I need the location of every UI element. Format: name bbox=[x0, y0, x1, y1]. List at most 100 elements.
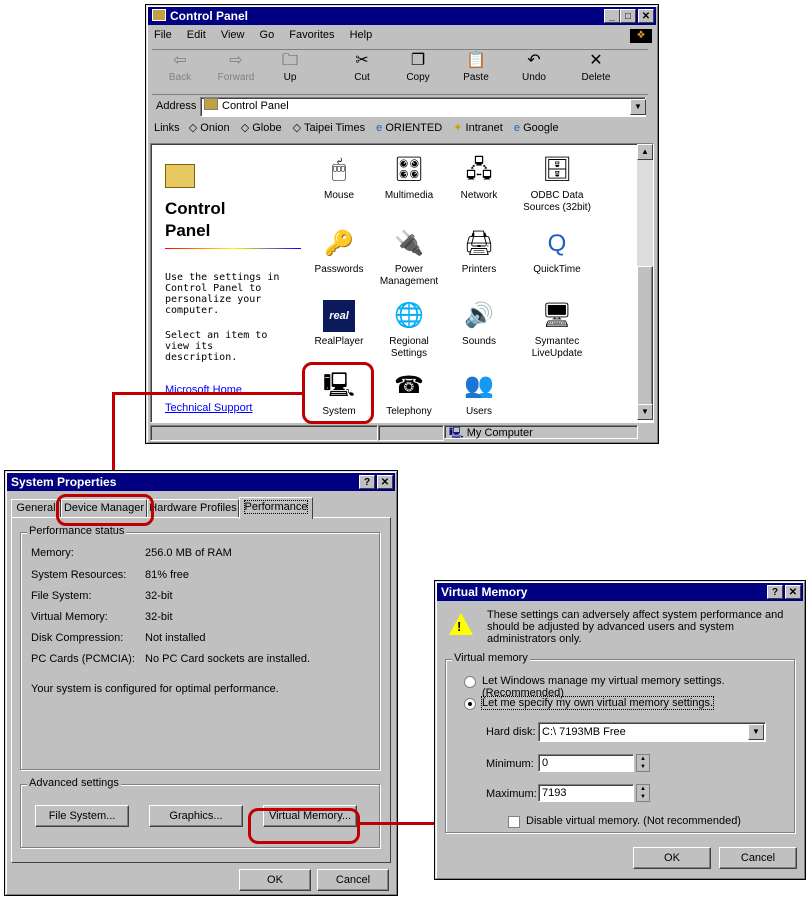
up-button[interactable]: 🗀 Up bbox=[264, 50, 316, 83]
disable-virtual-memory-checkbox[interactable] bbox=[508, 816, 520, 828]
network-item[interactable]: 🖧 Network bbox=[443, 154, 515, 202]
close-button[interactable]: ✕ bbox=[638, 9, 654, 23]
passwords-item[interactable]: 🔑 Passwords bbox=[303, 228, 375, 276]
minimum-input[interactable]: 0 bbox=[538, 754, 634, 772]
maximize-button[interactable]: □ bbox=[620, 9, 636, 23]
multimedia-item[interactable]: 🎛 Multimedia bbox=[373, 154, 445, 202]
menu-bar: File Edit View Go Favorites Help bbox=[154, 29, 384, 45]
cut-button[interactable]: ✂ Cut bbox=[336, 50, 388, 83]
panel-description: Use the settings in Control Panel to per… bbox=[165, 272, 280, 316]
link-onion[interactable]: ◇ Onion bbox=[189, 122, 230, 134]
vertical-scrollbar[interactable]: ▲ ▼ bbox=[637, 144, 653, 420]
cancel-button[interactable]: Cancel bbox=[317, 869, 389, 891]
odbc-item[interactable]: 🗄 ODBC Data Sources (32bit) bbox=[517, 154, 597, 214]
regional-settings-item[interactable]: 🌐 Regional Settings bbox=[373, 300, 445, 360]
menu-view[interactable]: View bbox=[221, 29, 245, 41]
close-button[interactable]: ✕ bbox=[377, 475, 393, 489]
address-input[interactable]: Control Panel bbox=[200, 97, 646, 117]
paste-button[interactable]: 📋 Paste bbox=[450, 50, 502, 83]
links-bar: Links ◇ Onion ◇ Globe ◇ Taipei Times e O… bbox=[154, 121, 648, 139]
auto-manage-radio[interactable] bbox=[464, 676, 476, 688]
virtual-memory-title: Virtual Memory bbox=[441, 585, 528, 599]
delete-button[interactable]: ✕ Delete bbox=[570, 50, 622, 83]
system-resources-label: System Resources: bbox=[31, 569, 127, 581]
panel-hint: Select an item to view its description. bbox=[165, 330, 268, 363]
maximum-label: Maximum: bbox=[486, 788, 537, 800]
hard-disk-select[interactable]: C:\ 7193MB Free bbox=[538, 722, 766, 742]
maximum-spinner[interactable]: ▲ ▼ bbox=[636, 784, 650, 802]
realplayer-item[interactable]: real RealPlayer bbox=[303, 300, 375, 348]
hard-disk-dropdown-button[interactable]: ▼ bbox=[748, 724, 764, 740]
close-button[interactable]: ✕ bbox=[785, 585, 801, 599]
tab-general[interactable]: General bbox=[11, 499, 61, 517]
minimize-button[interactable]: _ bbox=[604, 9, 620, 23]
menu-edit[interactable]: Edit bbox=[187, 29, 206, 41]
control-panel-folder-icon bbox=[165, 164, 195, 188]
status-pane-1 bbox=[150, 425, 378, 441]
power-management-item[interactable]: 🔌 Power Management bbox=[373, 228, 445, 288]
status-zone-text: My Computer bbox=[466, 427, 533, 439]
technical-support-link[interactable]: Technical Support bbox=[165, 402, 252, 414]
link-taipei-times[interactable]: ◇ Taipei Times bbox=[293, 122, 365, 134]
copy-button[interactable]: ❐ Copy bbox=[392, 50, 444, 83]
control-panel-app-icon bbox=[152, 9, 166, 21]
virtual-memory-group-label: Virtual memory bbox=[452, 652, 530, 664]
printer-icon: 🖨 bbox=[463, 230, 495, 257]
link-oriented[interactable]: e ORIENTED bbox=[376, 122, 442, 134]
help-button[interactable]: ? bbox=[767, 585, 783, 599]
menu-favorites[interactable]: Favorites bbox=[289, 29, 334, 41]
symantec-liveupdate-item[interactable]: 🖥 Symantec LiveUpdate bbox=[521, 300, 593, 360]
link-globe[interactable]: ◇ Globe bbox=[241, 122, 282, 134]
auto-manage-label[interactable]: Let Windows manage my virtual memory set… bbox=[482, 675, 794, 699]
delete-x-icon: ✕ bbox=[589, 52, 603, 69]
scroll-up-button[interactable]: ▲ bbox=[637, 144, 653, 160]
address-dropdown-button[interactable]: ▼ bbox=[630, 99, 646, 115]
mouse-icon: 🖱 bbox=[331, 156, 347, 183]
menu-help[interactable]: Help bbox=[350, 29, 373, 41]
cancel-button[interactable]: Cancel bbox=[719, 847, 797, 869]
link-google[interactable]: e Google bbox=[514, 122, 559, 134]
sounds-item[interactable]: 🔊 Sounds bbox=[443, 300, 515, 348]
control-panel-titlebar[interactable]: Control Panel _ □ ✕ bbox=[148, 7, 656, 25]
scroll-thumb[interactable] bbox=[637, 266, 653, 406]
telephone-icon: ☎ bbox=[394, 372, 424, 399]
power-plug-icon: 🔌 bbox=[394, 230, 424, 257]
file-system-value: 32-bit bbox=[145, 590, 173, 602]
menu-file[interactable]: File bbox=[154, 29, 172, 41]
virtual-memory-titlebar[interactable]: Virtual Memory ? ✕ bbox=[437, 583, 803, 601]
graphics-button[interactable]: Graphics... bbox=[149, 805, 243, 827]
tab-hardware-profiles[interactable]: Hardware Profiles bbox=[147, 499, 239, 517]
users-item[interactable]: 👥 Users bbox=[443, 370, 515, 418]
manual-settings-radio[interactable] bbox=[464, 698, 476, 710]
forward-button[interactable]: ⇨ Forward bbox=[210, 50, 262, 83]
mouse-item[interactable]: 🖱 Mouse bbox=[303, 154, 375, 202]
help-button[interactable]: ? bbox=[359, 475, 375, 489]
telephony-item[interactable]: ☎ Telephony bbox=[373, 370, 445, 418]
minimum-spinner[interactable]: ▲ ▼ bbox=[636, 754, 650, 772]
ok-button[interactable]: OK bbox=[633, 847, 711, 869]
copy-icon: ❐ bbox=[410, 52, 426, 69]
scroll-down-button[interactable]: ▼ bbox=[637, 404, 653, 420]
menu-go[interactable]: Go bbox=[260, 29, 275, 41]
file-system-button[interactable]: File System... bbox=[35, 805, 129, 827]
undo-button[interactable]: ↶ Undo bbox=[508, 50, 560, 83]
back-arrow-icon: ⇦ bbox=[173, 52, 187, 69]
ok-button[interactable]: OK bbox=[239, 869, 311, 891]
back-button[interactable]: ⇦ Back bbox=[154, 50, 206, 83]
virtual-memory-button-highlight bbox=[248, 808, 360, 844]
minimum-label: Minimum: bbox=[486, 758, 534, 770]
link-intranet[interactable]: ✦ Intranet bbox=[453, 122, 503, 134]
system-resources-value: 81% free bbox=[145, 569, 190, 581]
intranet-icon: ✦ bbox=[453, 122, 463, 134]
printers-item[interactable]: 🖨 Printers bbox=[443, 228, 515, 276]
my-computer-icon: 🖳 bbox=[449, 427, 464, 439]
quicktime-item[interactable]: Q QuickTime bbox=[521, 228, 593, 276]
virtual-memory-value: 32-bit bbox=[145, 611, 173, 623]
advanced-settings-label: Advanced settings bbox=[27, 777, 121, 789]
tab-performance[interactable]: Performance bbox=[239, 497, 313, 519]
system-properties-titlebar[interactable]: System Properties ? ✕ bbox=[7, 473, 395, 491]
status-pane-2 bbox=[378, 425, 444, 441]
manual-settings-label[interactable]: Let me specify my own virtual memory set… bbox=[480, 696, 715, 710]
disable-virtual-memory-label[interactable]: Disable virtual memory. (Not recommended… bbox=[526, 815, 741, 827]
maximum-input[interactable]: 7193 bbox=[538, 784, 634, 802]
